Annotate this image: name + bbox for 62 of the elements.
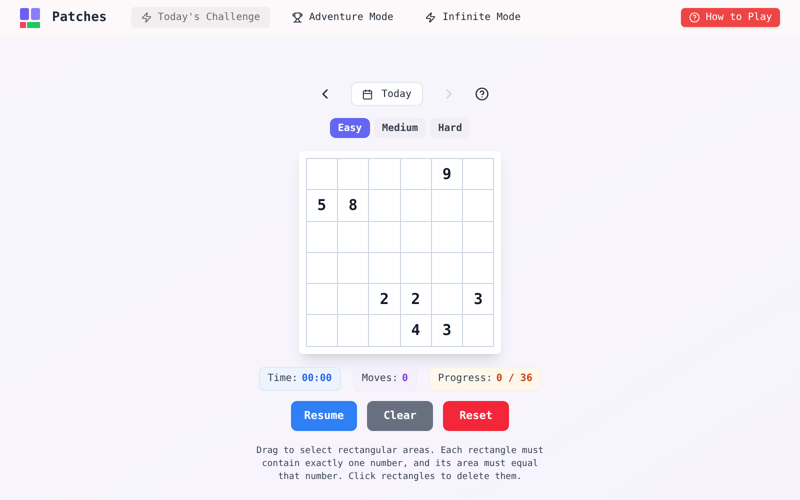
action-button[interactable]: Resume	[291, 400, 357, 431]
grid-cell[interactable]: 8	[338, 190, 370, 222]
today-button[interactable]: Today	[351, 82, 423, 106]
grid-cell[interactable]: 9	[432, 159, 464, 190]
grid-cell[interactable]	[463, 315, 494, 347]
grid-cell[interactable]	[432, 284, 464, 316]
grid-cell[interactable]	[338, 315, 370, 347]
grid-cell[interactable]	[338, 159, 370, 190]
grid-cell[interactable]	[400, 159, 432, 190]
grid-cell[interactable]	[369, 190, 400, 222]
grid-cell[interactable]	[338, 284, 370, 316]
grid-cell[interactable]: 2	[400, 284, 432, 316]
grid-cell[interactable]	[463, 252, 494, 284]
difficulty-tab[interactable]: Hard	[430, 118, 470, 138]
calendar-icon	[362, 88, 374, 100]
grid-cell[interactable]	[463, 159, 494, 190]
action-button[interactable]: Clear	[367, 400, 433, 431]
nav-tab[interactable]: Today's Challenge	[130, 7, 270, 28]
grid-cell[interactable]: 4	[400, 315, 432, 347]
nav-tab[interactable]: Infinite Mode	[415, 7, 531, 28]
help-icon	[688, 12, 700, 23]
grid-cell[interactable]	[338, 252, 370, 284]
difficulty-tab[interactable]: Medium	[374, 118, 426, 138]
help-icon[interactable]	[474, 87, 489, 101]
stat-value: 0 / 36	[496, 372, 532, 386]
grid-cell[interactable]	[306, 284, 338, 316]
grid-cell[interactable]	[369, 315, 400, 347]
grid-cell[interactable]	[306, 252, 338, 284]
grid-cell[interactable]	[432, 190, 464, 222]
grid-cell[interactable]	[400, 252, 432, 284]
grid-cell[interactable]	[432, 252, 464, 284]
grid-cell[interactable]: 3	[432, 315, 464, 347]
grid-cell[interactable]	[463, 222, 494, 253]
action-button[interactable]: Reset	[443, 400, 509, 431]
grid-cell[interactable]	[400, 222, 432, 253]
grid-cell[interactable]	[306, 222, 338, 253]
grid-cell[interactable]	[369, 252, 400, 284]
difficulty-tab[interactable]: Easy	[330, 118, 370, 138]
grid-cell[interactable]	[306, 159, 338, 190]
trophy-icon	[292, 12, 304, 23]
brand-name: Patches	[52, 8, 107, 27]
grid-cell[interactable]	[369, 222, 400, 253]
instructions-text: Drag to select rectangular areas. Each rectangle must contain exactly one number, and its area must equal that number. Click rectangles to delete them.	[255, 444, 545, 484]
how-to-play-button[interactable]: How to Play	[680, 8, 780, 27]
stat-value: 0	[402, 372, 408, 386]
stat-value: 00:00	[302, 372, 332, 386]
stat-label: Moves:	[362, 372, 398, 386]
grid-cell[interactable]	[463, 190, 494, 222]
nav-tab[interactable]: Adventure Mode	[282, 7, 404, 28]
grid-cell[interactable]: 3	[463, 284, 494, 316]
grid-cell[interactable]	[306, 315, 338, 347]
logo-icon	[20, 8, 40, 28]
grid-cell[interactable]	[338, 222, 370, 253]
grid-cell[interactable]	[369, 159, 400, 190]
bolt-icon	[140, 12, 152, 23]
stat-label: Progress:	[438, 372, 492, 386]
grid-cell[interactable]	[432, 222, 464, 253]
bolt-icon	[425, 12, 436, 23]
grid-cell[interactable]: 2	[369, 284, 400, 316]
grid-cell[interactable]: 5	[306, 190, 338, 222]
grid-cell[interactable]	[400, 190, 432, 222]
stat-label: Time:	[268, 372, 298, 386]
